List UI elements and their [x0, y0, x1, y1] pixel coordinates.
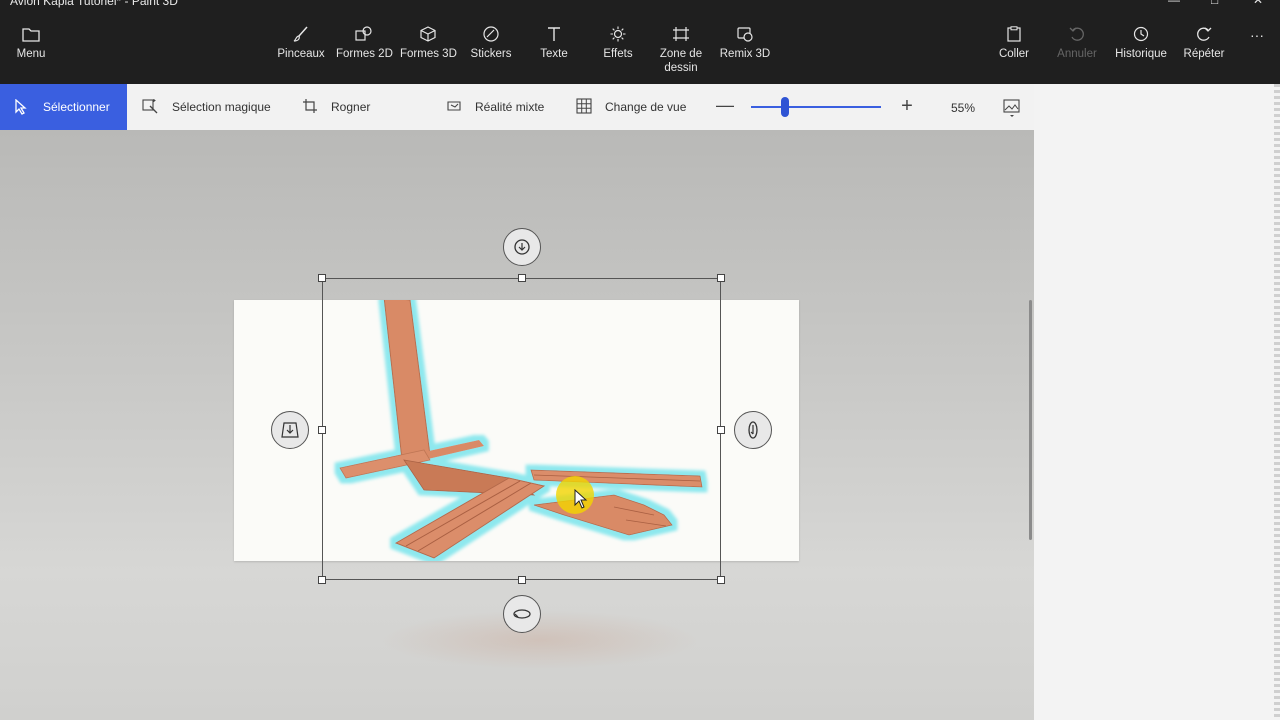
history-button[interactable]: Historique [1113, 26, 1169, 61]
remix-icon [737, 27, 753, 42]
stickers-button[interactable]: Stickers [468, 26, 514, 61]
resize-handle-right[interactable] [717, 426, 725, 434]
main-toolbar: Menu Pinceaux Formes 2D Formes 3D Sticke… [0, 10, 1280, 84]
minimize-icon[interactable]: — [1168, 0, 1180, 7]
canvas-button[interactable]: Zone de dessin [651, 26, 711, 75]
workspace[interactable] [0, 130, 1034, 720]
zoom-out-button[interactable]: — [716, 95, 734, 116]
cube-icon [420, 26, 436, 42]
shapes-2d-icon [355, 26, 372, 41]
depth-control[interactable] [271, 411, 309, 449]
zoom-slider-track[interactable] [751, 106, 881, 108]
magic-select-icon [142, 99, 158, 114]
panel-scroll-edge[interactable] [1274, 84, 1280, 720]
text-icon [548, 27, 560, 41]
close-icon[interactable]: ✕ [1253, 0, 1263, 7]
side-panel [1034, 84, 1280, 720]
selection-box[interactable] [322, 278, 721, 580]
title-bar: Avion Kapla Tutoriel* - Paint 3D — □ ✕ [0, 0, 1280, 10]
resize-handle-bottom[interactable] [518, 576, 526, 584]
redo-button[interactable]: Répéter [1183, 26, 1225, 61]
zoom-in-button[interactable]: + [898, 95, 916, 118]
zoom-slider-thumb[interactable] [781, 97, 789, 117]
folder-icon [22, 28, 40, 42]
rotate-icon [514, 239, 530, 255]
redo-icon [1197, 27, 1212, 41]
resize-handle-bottom-left[interactable] [318, 576, 326, 584]
menu-button[interactable]: Menu [16, 26, 46, 61]
remix-3d-button[interactable]: Remix 3D [718, 26, 772, 61]
resize-handle-left[interactable] [318, 426, 326, 434]
resize-handle-bottom-right[interactable] [717, 576, 725, 584]
rotate-x-control[interactable] [503, 595, 541, 633]
text-button[interactable]: Texte [538, 26, 570, 61]
select-button[interactable]: Sélectionner [0, 84, 127, 130]
rotate-y-control[interactable] [734, 411, 772, 449]
crop-icon [303, 99, 317, 113]
mixed-reality-icon [447, 101, 461, 111]
history-icon [1133, 26, 1149, 42]
window-title: Avion Kapla Tutoriel* - Paint 3D [10, 0, 178, 8]
more-options-button[interactable]: ··· [1246, 28, 1268, 42]
zoom-percentage: 55% [951, 101, 976, 115]
resize-handle-top[interactable] [518, 274, 526, 282]
canvas-icon [673, 27, 689, 41]
clipboard-icon [1007, 26, 1021, 42]
paste-button[interactable]: Coller [998, 26, 1030, 61]
resize-handle-top-left[interactable] [318, 274, 326, 282]
resize-handle-top-right[interactable] [717, 274, 725, 282]
sticker-icon [483, 26, 499, 42]
sun-icon [610, 26, 626, 42]
brush-icon [293, 26, 308, 42]
effects-button[interactable]: Effets [602, 26, 634, 61]
rotate-horizontal-icon [513, 609, 531, 619]
shapes-3d-button[interactable]: Formes 3D [400, 26, 457, 61]
vertical-scrollbar[interactable] [1029, 300, 1032, 540]
undo-icon [1069, 27, 1084, 41]
undo-button[interactable]: Annuler [1056, 26, 1098, 61]
maximize-icon[interactable]: □ [1211, 0, 1218, 7]
image-icon [1003, 99, 1020, 117]
shapes-2d-button[interactable]: Formes 2D [336, 26, 393, 61]
selection-toolbar: Sélectionner Sélection magique Rogner Ré… [0, 84, 1034, 131]
brushes-button[interactable]: Pinceaux [276, 26, 326, 61]
rotate-vertical-icon [748, 421, 758, 439]
grid-icon [576, 98, 592, 114]
rotate-z-control[interactable] [503, 228, 541, 266]
z-position-icon [281, 422, 299, 438]
image-view-button[interactable] [1003, 98, 1021, 123]
cursor-arrow-icon [15, 99, 27, 115]
